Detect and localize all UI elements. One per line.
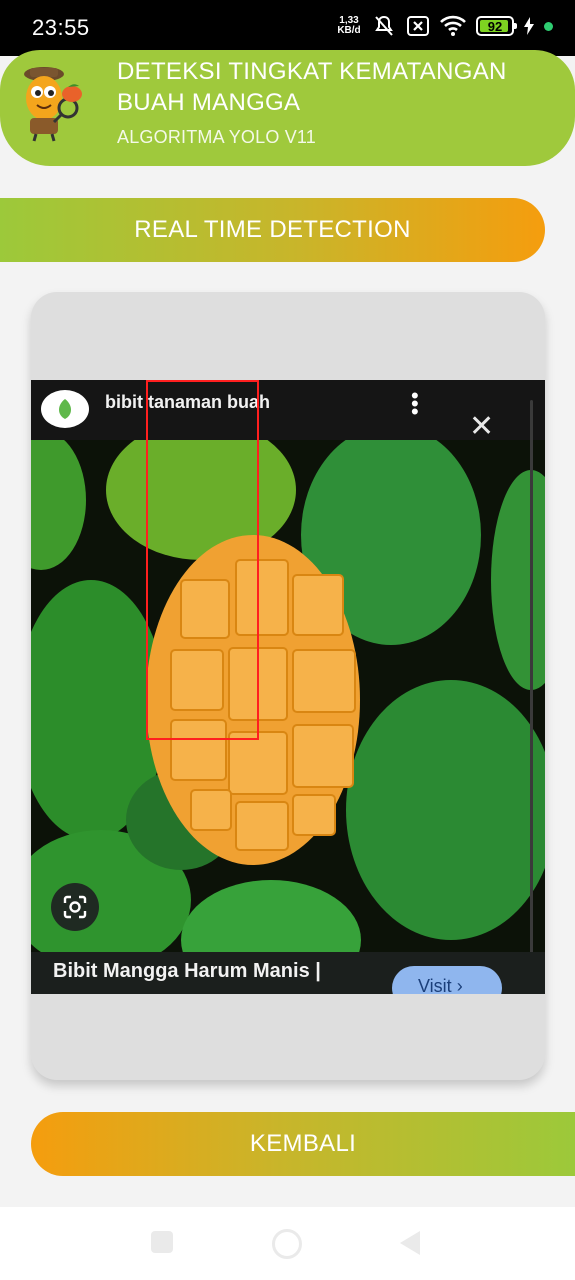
more-vert-icon: • • •	[411, 383, 419, 424]
kembali-button[interactable]: KEMBALI	[31, 1112, 575, 1176]
store-logo-icon	[41, 390, 89, 428]
network-speed: 1,33 KB/d	[336, 16, 362, 36]
feed-overlay-topbar: bibit tanaman buah • • • ✕	[31, 380, 545, 443]
camera-preview-card: bibit tanaman buah • • • ✕ Bibit Mangga Ha…	[31, 292, 545, 1080]
google-lens-icon	[51, 883, 99, 931]
wifi-icon	[440, 15, 466, 36]
camera-frame-image	[31, 380, 545, 994]
real-time-detection-button[interactable]: REAL TIME DETECTION	[0, 198, 545, 262]
status-icons: 1,33 KB/d 92	[336, 14, 553, 38]
network-speed-unit: KB/d	[337, 25, 361, 36]
mute-vibrate-icon	[375, 15, 393, 36]
app-header: DETEKSI TINGKAT KEMATANGAN BUAH MANGGA A…	[0, 50, 575, 166]
status-time: 23:55	[32, 15, 90, 40]
close-icon: ✕	[469, 410, 495, 443]
system-nav-bar	[0, 1207, 575, 1280]
home-icon[interactable]	[272, 1229, 302, 1259]
mango-detective-mascot-icon	[24, 67, 82, 142]
camera-feed: bibit tanaman buah • • • ✕ Bibit Mangga Ha…	[31, 380, 545, 994]
feed-scrollbar	[530, 400, 533, 960]
app-subtitle: ALGORITMA YOLO V11	[117, 127, 317, 147]
back-icon[interactable]	[400, 1231, 420, 1255]
feed-overlay-caption: Bibit Mangga Harum Manis |	[53, 960, 321, 982]
battery-cap	[514, 23, 517, 29]
battery-icon: 92	[476, 16, 517, 36]
charging-icon	[524, 17, 534, 35]
status-bar: 23:55 1,33 KB/d 92	[0, 0, 575, 56]
app-title: DETEKSI TINGKAT KEMATANGAN BUAH MANGGA	[117, 58, 507, 116]
recent-apps-icon[interactable]	[151, 1231, 173, 1253]
no-sim-icon	[407, 16, 429, 36]
detection-bounding-box	[146, 380, 259, 740]
visit-label: Visit	[418, 976, 452, 994]
chevron-right-icon: ›	[456, 976, 463, 994]
battery-percent: 92	[487, 18, 503, 34]
notification-dot-icon	[544, 21, 553, 31]
feed-visit-button: Visit ›	[392, 966, 502, 994]
